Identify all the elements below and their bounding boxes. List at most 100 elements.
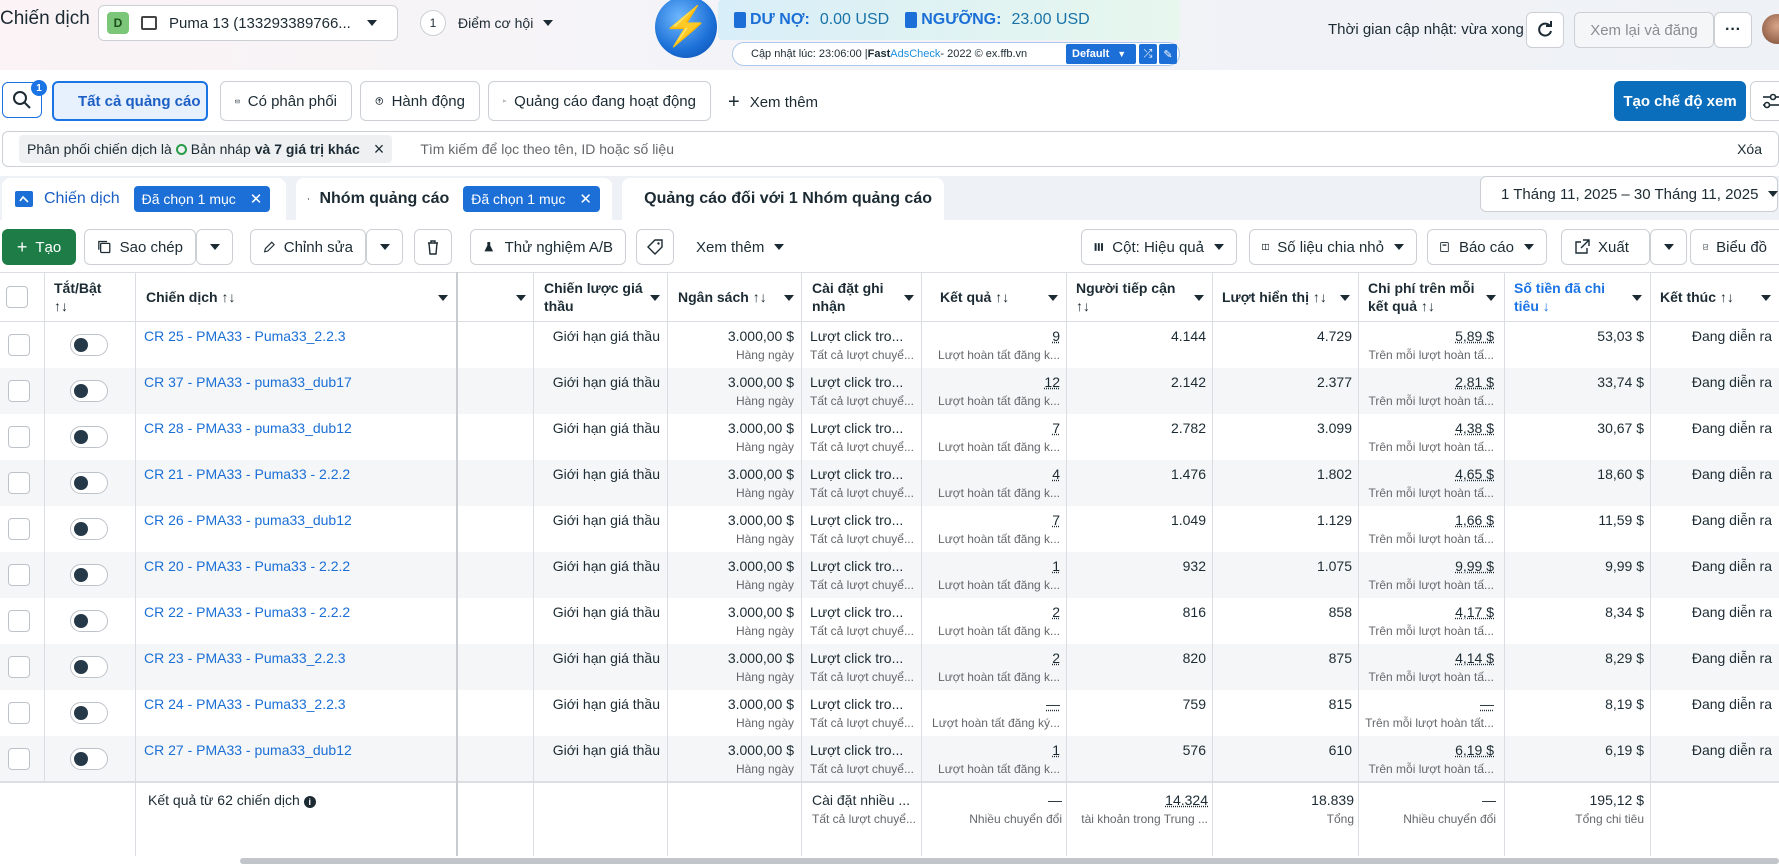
table-row[interactable]: CR 28 - PMA33 - puma33_dub12 Giới hạn giá… [0, 414, 1779, 460]
row-toggle[interactable] [70, 610, 108, 632]
row-checkbox[interactable] [8, 472, 30, 494]
results-value[interactable]: 7 [1052, 512, 1060, 528]
tab-ads[interactable]: Quảng cáo đối với 1 Nhóm quảng cáo [622, 178, 944, 220]
row-toggle[interactable] [70, 334, 108, 356]
campaign-name-link[interactable]: CR 25 - PMA33 - Puma33_2.2.3 [144, 328, 346, 344]
tab-actions[interactable]: Hành động [360, 81, 480, 121]
table-row[interactable]: CR 21 - PMA33 - Puma33 - 2.2.2 Giới hạn g… [0, 460, 1779, 506]
review-publish-button[interactable]: Xem lại và đăng [1574, 12, 1714, 48]
col-campaign[interactable]: Chiến dịch ↑↓ [138, 273, 456, 323]
edit-icon[interactable]: ✎ [1159, 44, 1177, 64]
row-checkbox[interactable] [8, 656, 30, 678]
tab-all-ads[interactable]: Tất cả quảng cáo [52, 81, 208, 121]
adsets-selected-chip[interactable]: Đã chọn 1 mục ✕ [463, 186, 600, 212]
table-row[interactable]: CR 23 - PMA33 - Puma33_2.2.3 Giới hạn giá… [0, 644, 1779, 690]
campaigns-selected-chip[interactable]: Đã chọn 1 mục ✕ [133, 186, 271, 212]
clear-filters-button[interactable]: Xóa [1737, 141, 1762, 157]
tab-active-ads[interactable]: Quảng cáo đang hoạt động [488, 81, 711, 121]
table-row[interactable]: CR 20 - PMA33 - Puma33 - 2.2.2 Giới hạn g… [0, 552, 1779, 598]
campaign-name-link[interactable]: CR 22 - PMA33 - Puma33 - 2.2.2 [144, 604, 350, 620]
row-toggle[interactable] [70, 702, 108, 724]
row-toggle[interactable] [70, 380, 108, 402]
duplicate-button[interactable]: Sao chép [84, 229, 196, 265]
create-button[interactable]: + Tạo [2, 229, 76, 265]
col-ends[interactable]: Kết thúc ↑↓ [1652, 273, 1779, 323]
campaign-name-link[interactable]: CR 24 - PMA33 - Puma33_2.2.3 [144, 696, 346, 712]
row-toggle[interactable] [70, 564, 108, 586]
cpr-value[interactable]: 2,81 $ [1455, 374, 1494, 390]
campaign-name-link[interactable]: CR 20 - PMA33 - Puma33 - 2.2.2 [144, 558, 350, 574]
avatar[interactable] [1762, 14, 1779, 44]
tab-adsets[interactable]: Nhóm quảng cáo Đã chọn 1 mục ✕ [296, 178, 612, 220]
opportunity-score[interactable]: 1 Điểm cơ hội [420, 10, 554, 36]
account-selector[interactable]: D Puma 13 (133293389766... [98, 5, 398, 41]
results-value[interactable]: 1 [1052, 742, 1060, 758]
row-checkbox[interactable] [8, 334, 30, 356]
filter-chip[interactable]: Phân phối chiến dịch là Bản nháp và 7 gi… [19, 135, 393, 163]
results-value[interactable]: 4 [1052, 466, 1060, 482]
cpr-value[interactable]: 6,19 $ [1455, 742, 1494, 758]
edit-dropdown[interactable] [366, 229, 403, 265]
cpr-value[interactable]: — [1480, 696, 1494, 712]
close-icon[interactable]: × [374, 139, 385, 160]
table-row[interactable]: CR 26 - PMA33 - puma33_dub12 Giới hạn giá… [0, 506, 1779, 552]
tag-button[interactable] [636, 229, 674, 265]
export-dropdown[interactable] [1650, 229, 1687, 265]
refresh-button[interactable] [1526, 12, 1564, 48]
campaign-name-link[interactable]: CR 21 - PMA33 - Puma33 - 2.2.2 [144, 466, 350, 482]
row-checkbox[interactable] [8, 748, 30, 770]
results-value[interactable]: 9 [1052, 328, 1060, 344]
results-value[interactable]: 2 [1052, 650, 1060, 666]
campaign-name-link[interactable]: CR 37 - PMA33 - puma33_dub17 [144, 374, 352, 390]
results-value[interactable]: 12 [1044, 374, 1060, 390]
col-cost-per-result[interactable]: Chi phí trên mỗi kết quả ↑↓ [1360, 273, 1504, 323]
row-checkbox[interactable] [8, 610, 30, 632]
columns-button[interactable]: Cột: Hiệu quả [1081, 229, 1237, 265]
cpr-value[interactable]: 1,66 $ [1455, 512, 1494, 528]
results-value[interactable]: 1 [1052, 558, 1060, 574]
date-range-picker[interactable]: 1 Tháng 11, 2025 – 30 Tháng 11, 2025 [1480, 176, 1779, 212]
tab-campaigns[interactable]: Chiến dịch Đã chọn 1 mục ✕ [2, 178, 286, 220]
col-toggle[interactable]: Tắt/Bật ↑↓ [46, 273, 136, 323]
col-bid-strategy[interactable]: Chiến lược giá thầu [536, 273, 668, 323]
duplicate-dropdown[interactable] [196, 229, 233, 265]
cpr-value[interactable]: 4,38 $ [1455, 420, 1494, 436]
close-icon[interactable]: ✕ [250, 190, 263, 208]
cpr-value[interactable]: 9,99 $ [1455, 558, 1494, 574]
cpr-value[interactable]: 4,14 $ [1455, 650, 1494, 666]
shuffle-icon[interactable]: ⤮ [1139, 44, 1157, 64]
row-checkbox[interactable] [8, 426, 30, 448]
row-checkbox[interactable] [8, 702, 30, 724]
create-view-button[interactable]: Tạo chế độ xem [1614, 81, 1746, 121]
results-value[interactable]: 2 [1052, 604, 1060, 620]
cpr-value[interactable]: 5,89 $ [1455, 328, 1494, 344]
col-budget[interactable]: Ngân sách ↑↓ [670, 273, 802, 323]
ab-test-button[interactable]: Thử nghiệm A/B [470, 229, 626, 265]
col-attribution[interactable]: Cài đặt ghi nhận [804, 273, 922, 323]
row-toggle[interactable] [70, 518, 108, 540]
row-toggle[interactable] [70, 472, 108, 494]
campaign-name-link[interactable]: CR 23 - PMA33 - Puma33_2.2.3 [144, 650, 346, 666]
tab-delivering[interactable]: Có phân phối [220, 81, 352, 121]
export-button[interactable]: Xuất [1561, 229, 1650, 265]
info-icon[interactable]: i [303, 796, 316, 808]
campaign-name-link[interactable]: CR 27 - PMA33 - puma33_dub12 [144, 742, 352, 758]
col-reach[interactable]: Người tiếp cận ↑↓ [1068, 273, 1212, 323]
results-value[interactable]: 7 [1052, 420, 1060, 436]
breakdown-button[interactable]: Số liệu chia nhỏ [1249, 229, 1417, 265]
see-more-tabs[interactable]: + Xem thêm [728, 91, 818, 114]
row-checkbox[interactable] [8, 518, 30, 540]
table-row[interactable]: CR 37 - PMA33 - puma33_dub17 Giới hạn giá… [0, 368, 1779, 414]
horizontal-scrollbar[interactable] [240, 858, 1779, 864]
table-row[interactable]: CR 27 - PMA33 - puma33_dub12 Giới hạn giá… [0, 736, 1779, 782]
col-impressions[interactable]: Lượt hiển thị ↑↓ [1214, 273, 1358, 323]
row-toggle[interactable] [70, 748, 108, 770]
cpr-value[interactable]: 4,65 $ [1455, 466, 1494, 482]
row-toggle[interactable] [70, 656, 108, 678]
filter-search-input[interactable]: Tìm kiếm để lọc theo tên, ID hoặc số liệ… [420, 141, 674, 157]
row-checkbox[interactable] [8, 380, 30, 402]
select-all-checkbox[interactable] [6, 286, 28, 308]
cpr-value[interactable]: 4,17 $ [1455, 604, 1494, 620]
row-checkbox[interactable] [8, 564, 30, 586]
campaign-name-link[interactable]: CR 26 - PMA33 - puma33_dub12 [144, 512, 352, 528]
